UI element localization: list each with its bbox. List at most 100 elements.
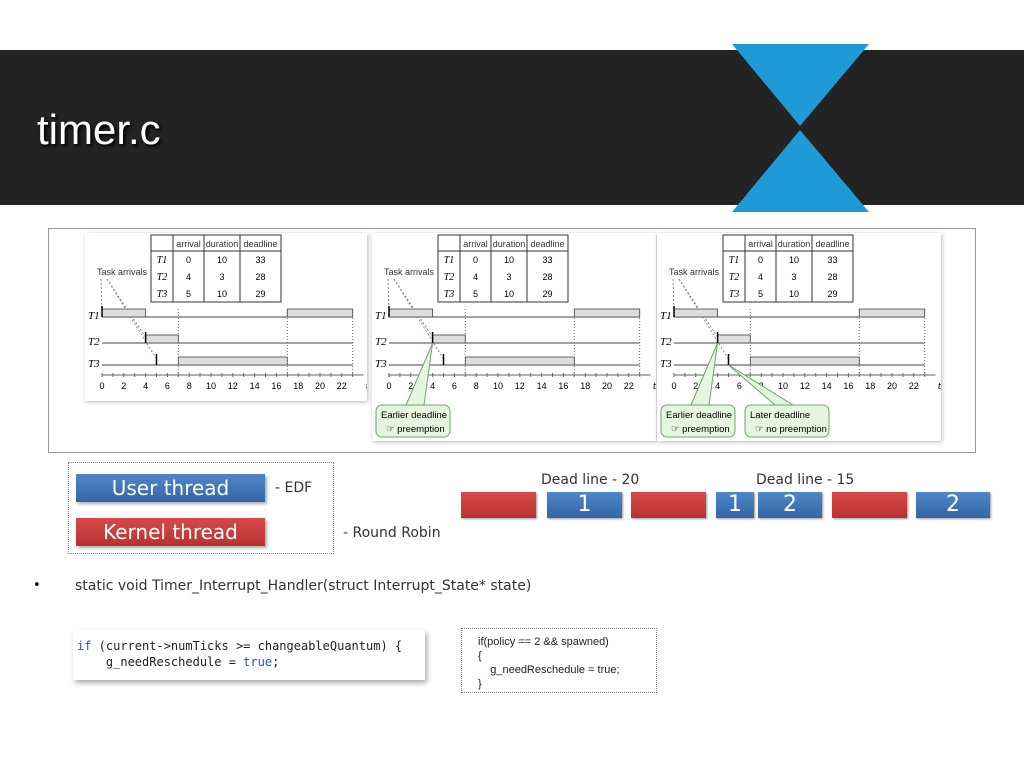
table-header: deadline: [815, 239, 849, 249]
edf-schedule-diagram: arrival duration deadlineT1 0 10 33T2 4 3 28T3 5 1…: [88, 234, 367, 392]
table-cell: 5: [473, 289, 478, 299]
table-cell: 4: [473, 272, 478, 282]
tick-label: 22: [909, 381, 919, 391]
table-cell: 3: [791, 272, 796, 282]
tick-label: 18: [293, 381, 303, 391]
tick-label: 10: [493, 381, 503, 391]
code-text: ;: [272, 655, 280, 669]
arrival-pointer: [678, 278, 719, 338]
tick-label: 18: [865, 381, 875, 391]
callout-title: Later deadline: [750, 410, 810, 421]
table-cell: 10: [504, 255, 514, 265]
tick-label: 20: [887, 381, 897, 391]
table-cell: 10: [217, 289, 227, 299]
task-name: T3: [729, 289, 740, 300]
table-cell: 10: [789, 289, 799, 299]
table-cell: 33: [542, 255, 552, 265]
tick-label: 6: [737, 381, 742, 391]
table-cell: 33: [255, 255, 265, 265]
table-cell: 29: [255, 289, 265, 299]
table-header: arrival: [748, 239, 773, 249]
tick-label: 4: [715, 381, 720, 391]
user-thread-block: 2: [758, 492, 822, 518]
user-thread-label: User thread: [76, 474, 265, 502]
callout-pointer: [690, 342, 719, 406]
table-cell: 33: [827, 255, 837, 265]
task-name: T3: [444, 289, 455, 300]
user-thread-block: 2: [916, 492, 990, 518]
table-cell: 10: [789, 255, 799, 265]
row-label: T1: [88, 310, 100, 322]
edf-panel-3: arrival duration deadline T1 0 10 33 T2 4 3 28 T3 5 1…: [657, 233, 941, 441]
table-cell: 0: [186, 255, 191, 265]
tick-label: 6: [452, 381, 457, 391]
deadline-20-label: Dead line - 20: [541, 472, 640, 488]
task-name: T1: [157, 255, 168, 266]
task-arrivals-label: Task arrivals: [669, 267, 720, 277]
execution-bar: [464, 356, 575, 366]
callout-title: Earlier deadline: [666, 410, 732, 421]
row-label: T2: [660, 336, 672, 348]
task-arrivals-label: Task arrivals: [384, 267, 435, 277]
edf-schedule-diagram: arrival duration deadlineT1 0 10 33T2 4 3 28T3 5 1…: [660, 234, 941, 438]
callout-note: ☞ preemption: [671, 424, 730, 435]
tick-label: 16: [271, 381, 281, 391]
tick-label: 18: [580, 381, 590, 391]
code-text: (current->numTicks >= changeableQuantum)…: [91, 639, 403, 653]
edf-schedule-diagram: arrival duration deadlineT1 0 10 33T2 4 3 28T3 5 1…: [375, 234, 656, 438]
arrival-pointer: [678, 278, 729, 360]
execution-bar: [573, 308, 641, 318]
callout-pointer: [405, 342, 434, 406]
tick-label: 4: [430, 381, 435, 391]
execution-bar: [749, 356, 860, 366]
axis-label: t: [653, 382, 656, 392]
tick-label: 12: [515, 381, 525, 391]
callout-note: ☞ preemption: [386, 424, 445, 435]
legend-box: User thread - EDF Kernel thread: [68, 462, 334, 554]
task-name: T2: [729, 272, 740, 283]
bullet-marker: •: [33, 578, 41, 593]
execution-bar: [673, 308, 718, 318]
tick-label: 22: [624, 381, 634, 391]
kernel-thread-block: [631, 492, 706, 518]
execution-bar: [177, 356, 288, 366]
row-label: T3: [660, 358, 672, 370]
tick-label: 22: [337, 381, 347, 391]
table-cell: 4: [186, 272, 191, 282]
table-cell: 10: [504, 289, 514, 299]
table-cell: 5: [186, 289, 191, 299]
execution-bar: [432, 334, 466, 344]
row-label: T2: [375, 336, 387, 348]
tick-label: 20: [315, 381, 325, 391]
table-header: arrival: [463, 239, 488, 249]
execution-bar: [717, 334, 751, 344]
user-policy-label: - EDF: [275, 480, 313, 496]
task-name: T1: [444, 255, 455, 266]
table-header: duration: [493, 239, 526, 249]
row-label: T3: [375, 358, 387, 370]
table-cell: 0: [758, 255, 763, 265]
row-label: T2: [88, 336, 100, 348]
axis-label: t: [366, 382, 367, 392]
execution-bar: [858, 308, 926, 318]
task-arrivals-label: Task arrivals: [97, 267, 148, 277]
edf-panel-2: arrival duration deadline T1 0 10 33 T2 4 3 28 T3 5 1…: [372, 233, 656, 441]
tick-label: 10: [778, 381, 788, 391]
tick-label: 2: [121, 381, 126, 391]
table-header: arrival: [176, 239, 201, 249]
table-cell: 28: [827, 272, 837, 282]
tick-label: 0: [99, 381, 104, 391]
code-snippet-policy: if(policy == 2 && spawned) { g_needResch…: [461, 628, 657, 693]
table-header: deadline: [243, 239, 277, 249]
row-label: T3: [88, 358, 100, 370]
arrival-pointer: [393, 278, 444, 360]
table-cell: 29: [827, 289, 837, 299]
user-thread-block: 1: [716, 492, 754, 518]
tick-label: 14: [537, 381, 547, 391]
hourglass-logo: [732, 44, 869, 212]
table-cell: 28: [542, 272, 552, 282]
axis-label: t: [938, 382, 941, 392]
tick-label: 0: [386, 381, 391, 391]
tick-label: 16: [558, 381, 568, 391]
table-cell: 10: [217, 255, 227, 265]
